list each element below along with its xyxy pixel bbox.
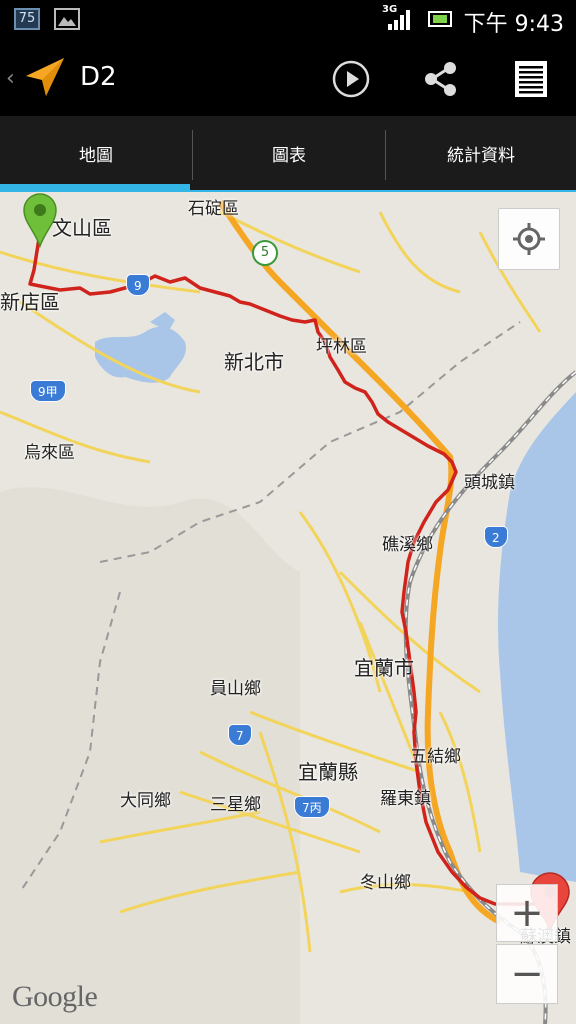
zoom-in-button[interactable]: + [496,884,558,942]
map-label-jiaoxi: 礁溪鄉 [382,535,433,555]
zoom-out-button[interactable]: − [496,944,558,1004]
screen-title: D2 [80,62,117,92]
start-marker-icon[interactable] [22,192,58,248]
route-shield-5: 5 [252,240,278,266]
map-label-wujie: 五結鄉 [410,747,461,767]
action-bar: ‹ D2 [0,40,576,116]
menu-icon [515,61,547,97]
map-base [0,192,576,1024]
map-label-datong: 大同鄉 [120,791,171,811]
map-label-toucheng: 頭城鎮 [464,473,515,493]
map-label-pinglin: 坪林區 [316,337,367,357]
google-attribution: Google [12,980,98,1013]
signal-icon [388,10,410,30]
my-location-button[interactable] [498,208,560,270]
map-label-yilan-county: 宜蘭縣 [298,760,358,784]
map-label-xindian: 新店區 [0,290,60,314]
route-shield-2: 2 [484,526,508,548]
play-icon [332,60,370,98]
notification-badge-icon: 75 [14,8,40,30]
chevron-left-icon[interactable]: ‹ [6,66,15,91]
route-shield-9: 9 [126,274,150,296]
clock: 下午 9:43 [463,12,564,37]
tab-map[interactable]: 地圖 [0,116,192,190]
route-shield-7: 7 [228,724,252,746]
map-label-wulai: 烏來區 [24,443,75,463]
map-label-luodong: 羅東鎮 [380,789,431,809]
route-shield-9a: 9甲 [30,380,66,402]
share-icon [425,62,456,96]
map-label-yilan-city: 宜蘭市 [354,656,414,680]
image-icon [54,8,80,30]
map-label-yuanshan: 員山鄉 [210,679,261,699]
play-button[interactable] [330,58,372,100]
map-label-dongshan: 冬山鄉 [360,873,411,893]
battery-icon [428,11,452,27]
menu-button[interactable] [510,58,552,100]
map-label-wenshan: 文山區 [52,216,112,240]
tab-charts[interactable]: 圖表 [193,116,385,190]
map-label-sanxing: 三星鄉 [210,795,261,815]
tab-statistics[interactable]: 統計資料 [386,116,576,190]
map-view[interactable]: 文山區 石碇區 新店區 新北市 坪林區 烏來區 頭城鎮 礁溪鄉 宜蘭市 員山鄉 … [0,192,576,1024]
status-bar: 75 3G 下午 9:43 [0,0,576,40]
navigation-arrow-icon[interactable] [22,54,68,100]
route-shield-7c: 7丙 [294,796,330,818]
share-button[interactable] [420,58,462,100]
map-label-shiding: 石碇區 [188,199,239,219]
crosshair-icon [513,223,545,255]
map-label-newtaipei: 新北市 [224,350,284,374]
tab-bar: 地圖 圖表 統計資料 [0,116,576,194]
